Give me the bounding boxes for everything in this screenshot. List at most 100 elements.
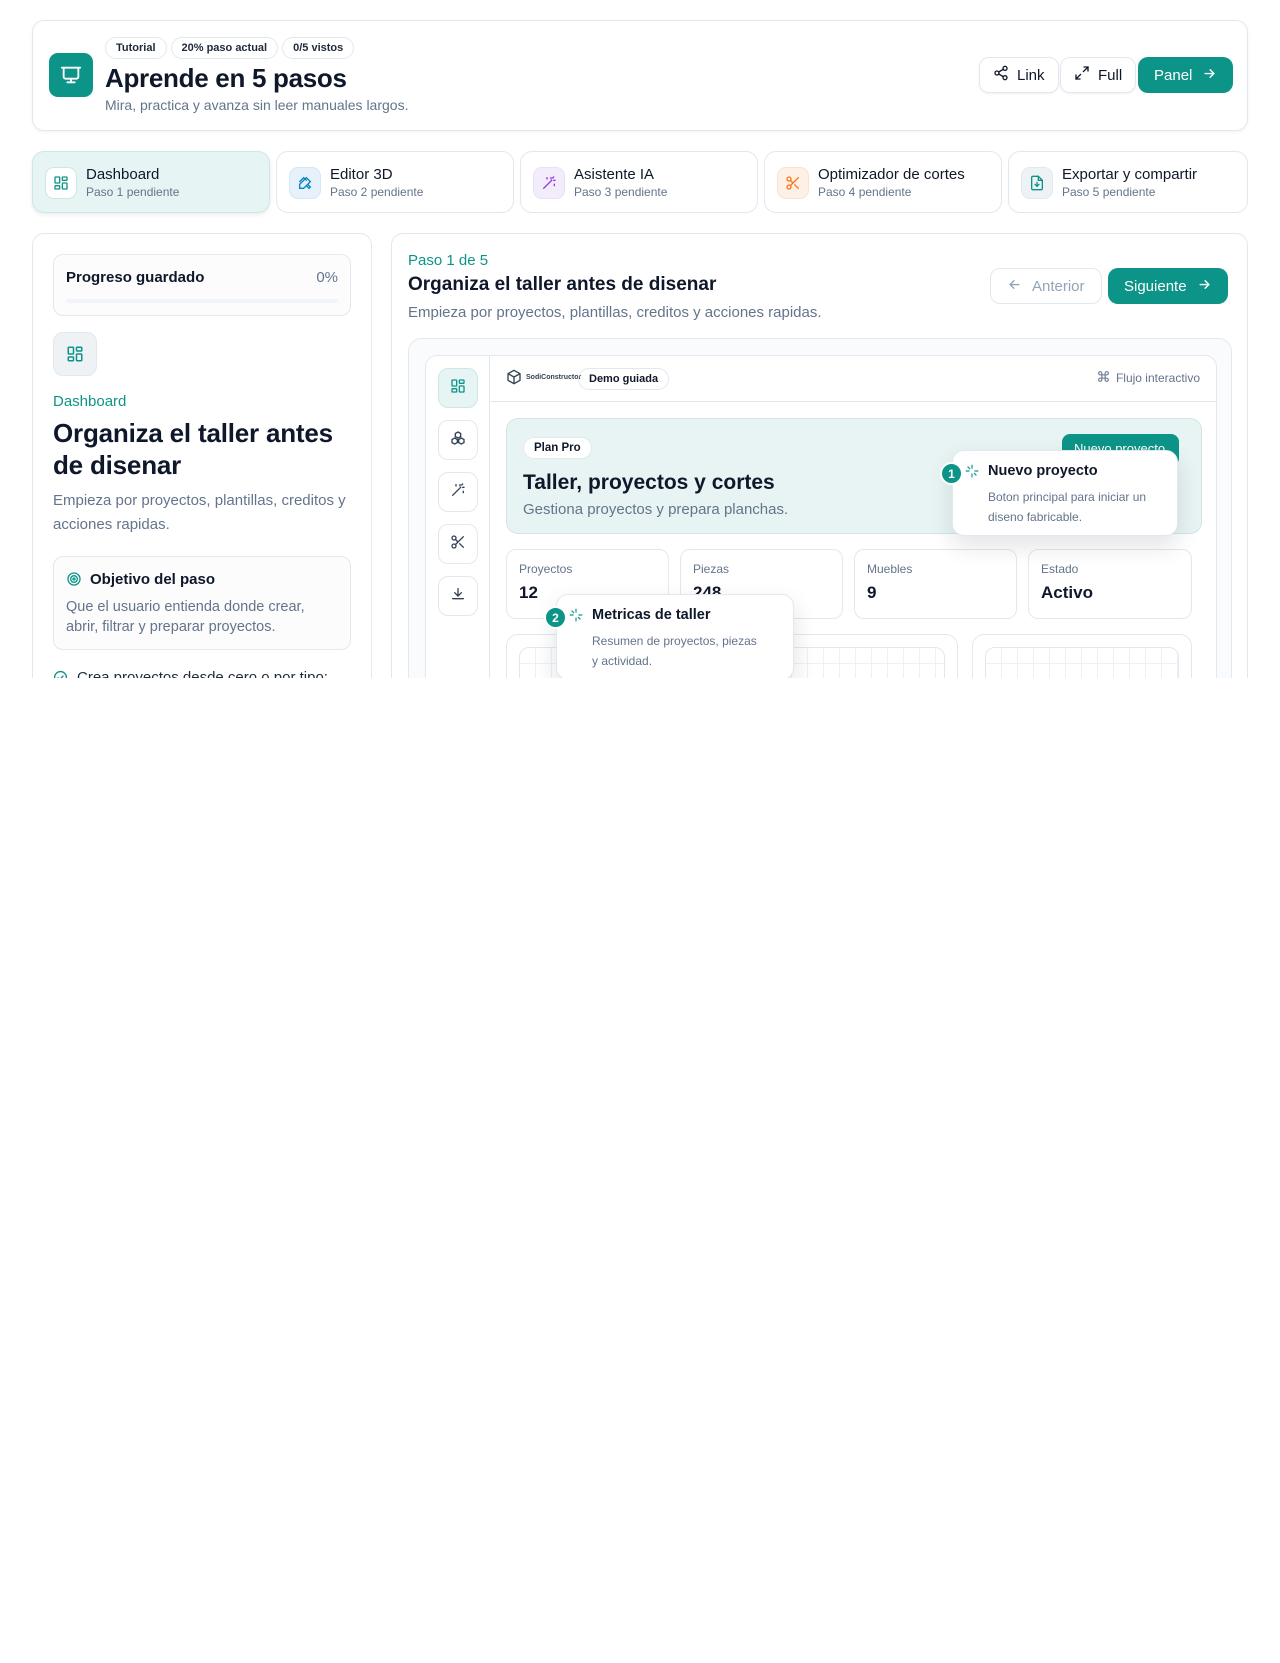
previous-button-label: Anterior (1032, 277, 1085, 295)
tooltip-text: Boton principal para iniciar un diseno f… (988, 490, 1147, 524)
file-download-icon (1021, 167, 1053, 199)
tab-title: Asistente IA (574, 166, 655, 183)
metric-value: 9 (867, 583, 877, 602)
tooltip-title: Metricas de taller (592, 607, 711, 623)
header-pills: Tutorial 20% paso actual 0/5 vistos (105, 37, 358, 59)
tooltip-text: Resumen de proyectos, piezas y actividad… (592, 634, 757, 668)
tab-status: Paso 1 pendiente (86, 185, 180, 199)
tab-status: Paso 3 pendiente (574, 185, 668, 199)
goal-text: Que el usuario entienda donde crear, abr… (66, 599, 305, 635)
viewed-badge: 0/5 vistos (282, 37, 355, 59)
step-marker-2[interactable]: 2 (544, 606, 567, 629)
metric-value: Activo (1041, 583, 1093, 602)
metric-value: 12 (519, 583, 538, 602)
dashboard-icon (450, 378, 466, 399)
step-preview-panel: Paso 1 de 5 Organiza el taller antes de … (391, 233, 1248, 753)
fullscreen-button-label: Full (1098, 66, 1123, 84)
previous-button[interactable]: Anterior (990, 268, 1102, 304)
step-marker-1[interactable]: 1 (940, 462, 963, 485)
demo-topbar: SodiConstructor Demo guiada Flujo intera… (490, 356, 1216, 402)
tab-title: Exportar y compartir (1062, 166, 1198, 183)
brand-logo: SodiConstructor (506, 369, 581, 385)
sidebar-item-dashboard[interactable] (438, 368, 478, 408)
tutorial-badge: Tutorial (105, 37, 167, 59)
tab-optimizador[interactable]: Optimizador de cortes Paso 4 pendiente (764, 151, 1002, 213)
metric-label: Proyectos (519, 562, 573, 576)
tooltip-metrics: Metricas de taller Resumen de proyectos,… (556, 594, 794, 680)
next-button-label: Siguiente (1124, 277, 1187, 295)
download-icon (450, 586, 466, 607)
tutorial-header: Tutorial 20% paso actual 0/5 vistos Aprend… (32, 20, 1248, 131)
presentation-icon (49, 53, 93, 97)
hero-title: Taller, proyectos y cortes (523, 471, 775, 494)
link-button-label: Link (1017, 66, 1045, 84)
plan-badge: Plan Pro (523, 437, 592, 459)
tooltip-new-project: Nuevo proyecto Boton principal para inic… (952, 450, 1178, 536)
metric-label: Muebles (867, 562, 913, 576)
tab-editor-3d[interactable]: Editor 3D Paso 2 pendiente (276, 151, 514, 213)
tab-title: Editor 3D (330, 166, 393, 183)
metric-card: Muebles 9 (854, 549, 1017, 619)
preview-title: Organiza el taller antes de disenar (408, 274, 717, 295)
panel-button-label: Panel (1154, 66, 1193, 84)
expand-icon (1074, 65, 1090, 85)
tab-title: Optimizador de cortes (818, 166, 965, 183)
page-subtitle: Mira, practica y avanza sin leer manuale… (105, 97, 409, 113)
metric-card: Estado Activo (1028, 549, 1192, 619)
progress-badge: 20% paso actual (170, 37, 279, 59)
sidebar-item-cuts[interactable] (438, 524, 478, 564)
fullscreen-button[interactable]: Full (1060, 57, 1137, 93)
tab-status: Paso 4 pendiente (818, 185, 912, 199)
goal-title: Objetivo del paso (90, 571, 216, 588)
sparkle-icon (965, 464, 979, 483)
sidebar-item-ai[interactable] (438, 472, 478, 512)
arrow-right-icon (1197, 277, 1212, 296)
sparkle-icon (569, 608, 583, 627)
tab-status: Paso 2 pendiente (330, 185, 424, 199)
progress-bar (66, 299, 338, 303)
page-blank-area (0, 678, 1280, 1663)
sidebar-item-export[interactable] (438, 576, 478, 616)
target-icon (66, 571, 82, 592)
step-indicator: Paso 1 de 5 (408, 252, 489, 269)
progress-label: Progreso guardado (66, 269, 205, 286)
share-icon (993, 65, 1009, 85)
ruler-pencil-icon (289, 167, 321, 199)
tab-dashboard[interactable]: Dashboard Paso 1 pendiente (32, 151, 270, 213)
tab-asistente-ia[interactable]: Asistente IA Paso 3 pendiente (520, 151, 758, 213)
step-description: Empieza por proyectos, plantillas, credi… (53, 492, 346, 533)
progress-card: Progreso guardado 0% (53, 254, 351, 316)
link-button[interactable]: Link (979, 57, 1059, 93)
tab-title: Dashboard (86, 166, 160, 183)
step-kicker: Dashboard (53, 393, 127, 410)
metric-label: Piezas (693, 562, 730, 576)
preview-subtitle: Empieza por proyectos, plantillas, credi… (408, 304, 822, 321)
arrow-left-icon (1007, 277, 1022, 296)
demo-badge: Demo guiada (578, 368, 670, 390)
magic-wand-icon (533, 167, 565, 199)
command-icon (1097, 370, 1110, 386)
dashboard-icon (45, 167, 77, 199)
scissors-icon (777, 167, 809, 199)
goal-card: Objetivo del paso Que el usuario entiend… (53, 556, 351, 650)
metric-label: Estado (1041, 562, 1079, 576)
step-title: Organiza el taller antes de disenar (53, 418, 333, 480)
tab-exportar[interactable]: Exportar y compartir Paso 5 pendiente (1008, 151, 1248, 213)
magic-wand-icon (450, 482, 466, 503)
panel-button[interactable]: Panel (1138, 57, 1234, 93)
scissors-icon (450, 534, 466, 555)
cubes-icon (450, 430, 466, 451)
brand-name: SodiConstructor (526, 373, 582, 381)
progress-value: 0% (316, 269, 338, 286)
page-title: Aprende en 5 pasos (105, 63, 347, 93)
tooltip-title: Nuevo proyecto (988, 463, 1098, 479)
next-button[interactable]: Siguiente (1108, 268, 1228, 304)
arrow-right-icon (1202, 66, 1217, 85)
step-details-panel: Progreso guardado 0% Dashboard Organiza … (32, 233, 372, 753)
hero-subtitle: Gestiona proyectos y prepara planchas. (523, 501, 789, 518)
tab-status: Paso 5 pendiente (1062, 185, 1156, 199)
sidebar-item-editor[interactable] (438, 420, 478, 460)
dashboard-icon (53, 332, 97, 376)
flow-label: Flujo interactivo (1097, 370, 1200, 386)
flow-label-text: Flujo interactivo (1115, 371, 1200, 385)
